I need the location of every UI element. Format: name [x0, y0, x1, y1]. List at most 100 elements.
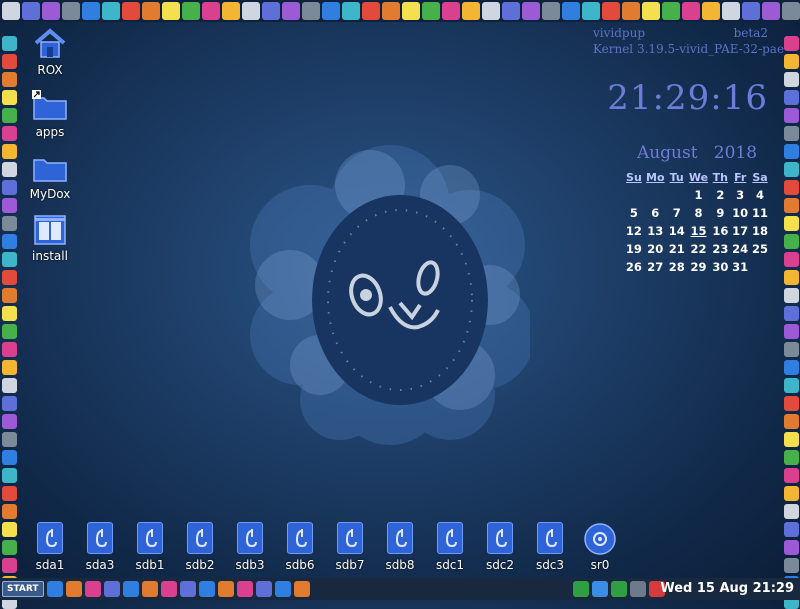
launcher-icon[interactable]: [783, 324, 799, 339]
launcher-icon[interactable]: [662, 2, 680, 20]
launcher-icon[interactable]: [762, 2, 780, 20]
launcher-icon[interactable]: [1, 558, 17, 573]
launcher-icon[interactable]: [62, 2, 80, 20]
launcher-icon[interactable]: [1, 522, 17, 537]
launcher-icon[interactable]: [783, 180, 799, 195]
launcher-icon[interactable]: [1, 234, 17, 249]
launcher-icon[interactable]: [783, 216, 799, 231]
drive-icon-sdb2[interactable]: sdb2: [178, 522, 222, 572]
launcher-icon[interactable]: [783, 54, 799, 69]
taskbar-launcher-icon[interactable]: [46, 581, 63, 597]
launcher-icon[interactable]: [282, 2, 300, 20]
launcher-icon[interactable]: [1, 108, 17, 123]
launcher-icon[interactable]: [783, 342, 799, 357]
launcher-icon[interactable]: [1, 486, 17, 501]
launcher-icon[interactable]: [783, 90, 799, 105]
launcher-icon[interactable]: [2, 2, 20, 20]
launcher-icon[interactable]: [442, 2, 460, 20]
taskbar-launcher-icon[interactable]: [255, 581, 272, 597]
tray-icon[interactable]: [573, 581, 589, 597]
launcher-icon[interactable]: [522, 2, 540, 20]
launcher-icon[interactable]: [783, 270, 799, 285]
desktop-icon-install[interactable]: install: [20, 214, 80, 263]
launcher-icon[interactable]: [783, 144, 799, 159]
drive-icon-sdb1[interactable]: sdb1: [128, 522, 172, 572]
launcher-icon[interactable]: [783, 558, 799, 573]
launcher-icon[interactable]: [702, 2, 720, 20]
launcher-icon[interactable]: [783, 468, 799, 483]
taskbar-launcher-icon[interactable]: [179, 581, 196, 597]
launcher-icon[interactable]: [582, 2, 600, 20]
drive-icon-sdb3[interactable]: sdb3: [228, 522, 272, 572]
launcher-icon[interactable]: [602, 2, 620, 20]
launcher-icon[interactable]: [783, 450, 799, 465]
taskbar-launcher-icon[interactable]: [103, 581, 120, 597]
taskbar-clock[interactable]: Wed 15 Aug 21:29: [660, 581, 794, 596]
launcher-icon[interactable]: [222, 2, 240, 20]
launcher-icon[interactable]: [783, 378, 799, 393]
desktop-icon-rox[interactable]: ROX: [20, 28, 80, 77]
launcher-icon[interactable]: [1, 450, 17, 465]
drive-icon-sr0[interactable]: sr0: [578, 522, 622, 572]
launcher-icon[interactable]: [783, 162, 799, 177]
launcher-icon[interactable]: [783, 252, 799, 267]
launcher-icon[interactable]: [1, 504, 17, 519]
launcher-icon[interactable]: [783, 234, 799, 249]
drive-icon-sda1[interactable]: sda1: [28, 522, 72, 572]
launcher-icon[interactable]: [1, 216, 17, 231]
launcher-icon[interactable]: [1, 306, 17, 321]
launcher-icon[interactable]: [783, 522, 799, 537]
launcher-icon[interactable]: [1, 144, 17, 159]
drive-icon-sdc2[interactable]: sdc2: [478, 522, 522, 572]
launcher-icon[interactable]: [642, 2, 660, 20]
taskbar-launcher-icon[interactable]: [141, 581, 158, 597]
launcher-icon[interactable]: [1, 414, 17, 429]
launcher-icon[interactable]: [783, 36, 799, 51]
launcher-icon[interactable]: [382, 2, 400, 20]
drive-icon-sdb7[interactable]: sdb7: [328, 522, 372, 572]
launcher-icon[interactable]: [302, 2, 320, 20]
taskbar-launcher-icon[interactable]: [122, 581, 139, 597]
launcher-icon[interactable]: [402, 2, 420, 20]
drive-icon-sdc1[interactable]: sdc1: [428, 522, 472, 572]
launcher-icon[interactable]: [42, 2, 60, 20]
taskbar-launcher-icon[interactable]: [236, 581, 253, 597]
launcher-icon[interactable]: [462, 2, 480, 20]
launcher-icon[interactable]: [1, 396, 17, 411]
taskbar-launcher-icon[interactable]: [198, 581, 215, 597]
launcher-icon[interactable]: [783, 360, 799, 375]
launcher-icon[interactable]: [622, 2, 640, 20]
tray-icon[interactable]: [611, 581, 627, 597]
launcher-icon[interactable]: [242, 2, 260, 20]
launcher-icon[interactable]: [1, 252, 17, 267]
launcher-icon[interactable]: [142, 2, 160, 20]
launcher-icon[interactable]: [783, 306, 799, 321]
desktop-icon-mydox[interactable]: MyDox: [20, 152, 80, 201]
launcher-icon[interactable]: [482, 2, 500, 20]
launcher-icon[interactable]: [1, 198, 17, 213]
launcher-icon[interactable]: [783, 504, 799, 519]
taskbar-launcher-icon[interactable]: [293, 581, 310, 597]
launcher-icon[interactable]: [682, 2, 700, 20]
launcher-icon[interactable]: [1, 360, 17, 375]
launcher-icon[interactable]: [1, 270, 17, 285]
drive-icon-sdb8[interactable]: sdb8: [378, 522, 422, 572]
launcher-icon[interactable]: [1, 126, 17, 141]
desktop-icon-apps[interactable]: apps: [20, 90, 80, 139]
launcher-icon[interactable]: [262, 2, 280, 20]
drive-icon-sda3[interactable]: sda3: [78, 522, 122, 572]
launcher-icon[interactable]: [783, 414, 799, 429]
launcher-icon[interactable]: [1, 432, 17, 447]
launcher-icon[interactable]: [1, 72, 17, 87]
taskbar-launcher-icon[interactable]: [65, 581, 82, 597]
launcher-icon[interactable]: [1, 54, 17, 69]
launcher-icon[interactable]: [742, 2, 760, 20]
launcher-icon[interactable]: [82, 2, 100, 20]
launcher-icon[interactable]: [1, 288, 17, 303]
start-button[interactable]: START: [2, 581, 44, 597]
launcher-icon[interactable]: [102, 2, 120, 20]
launcher-icon[interactable]: [1, 468, 17, 483]
launcher-icon[interactable]: [22, 2, 40, 20]
launcher-icon[interactable]: [502, 2, 520, 20]
launcher-icon[interactable]: [1, 162, 17, 177]
